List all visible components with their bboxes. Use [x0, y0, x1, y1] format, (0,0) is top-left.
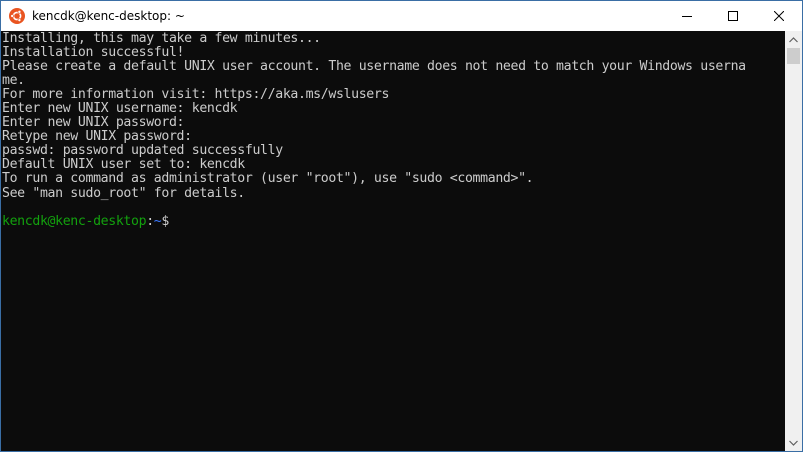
title-bar[interactable]: kencdk@kenc-desktop: ~ [1, 1, 802, 31]
minimize-button[interactable] [664, 1, 710, 31]
maximize-icon [728, 11, 738, 21]
terminal-window: kencdk@kenc-desktop: ~ Installing, this [0, 0, 803, 452]
terminal-line: Installing, this may take a few minutes.… [2, 31, 321, 46]
terminal-output[interactable]: Installing, this may take a few minutes.… [1, 31, 785, 451]
chevron-up-icon [789, 36, 798, 42]
terminal-line: For more information visit: https://aka.… [2, 87, 390, 103]
terminal-line: Enter new UNIX password: [2, 115, 185, 131]
terminal-line: Default UNIX user set to: kencdk [2, 157, 245, 173]
prompt-user-host: kencdk@kenc-desktop [2, 213, 147, 229]
terminal-text: Installing, this may take a few minutes.… [1, 31, 785, 229]
window-controls [664, 1, 802, 31]
terminal-line: See "man sudo_root" for details. [2, 185, 245, 201]
terminal-line: me. [2, 73, 25, 89]
terminal-line: Please create a default UNIX user accoun… [2, 59, 746, 75]
terminal-line: passwd: password updated successfully [2, 143, 283, 159]
window-title: kencdk@kenc-desktop: ~ [32, 9, 185, 23]
terminal-line: Retype new UNIX password: [2, 129, 192, 145]
terminal-line: Enter new UNIX username: kencdk [2, 101, 238, 117]
vertical-scrollbar[interactable] [785, 31, 802, 451]
minimize-icon [682, 16, 692, 17]
close-icon [774, 11, 784, 21]
terminal-line: To run a command as administrator (user … [2, 171, 534, 187]
shell-prompt[interactable]: kencdk@kenc-desktop:~$ [2, 213, 785, 229]
maximize-button[interactable] [710, 1, 756, 31]
prompt-symbol: $ [161, 213, 169, 229]
scroll-thumb[interactable] [787, 48, 800, 64]
terminal-line: Installation successful! [2, 45, 185, 61]
scroll-up-button[interactable] [785, 31, 802, 48]
scroll-down-button[interactable] [785, 434, 802, 451]
close-button[interactable] [756, 1, 802, 31]
prompt-separator: : [146, 213, 154, 229]
chevron-down-icon [789, 440, 798, 446]
ubuntu-logo-icon[interactable] [9, 8, 25, 24]
